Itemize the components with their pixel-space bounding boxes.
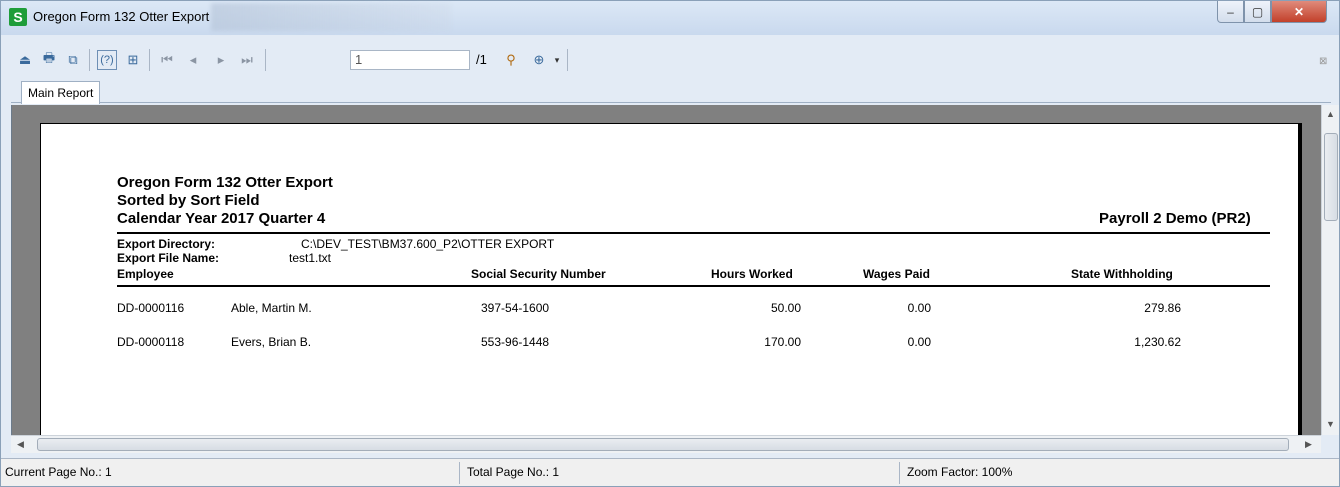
employee-ssn: 397-54-1600 bbox=[481, 301, 550, 315]
employee-hours: 170.00 bbox=[764, 335, 801, 349]
page-number-input[interactable]: 1 bbox=[350, 50, 470, 70]
column-ssn: Social Security Number bbox=[471, 267, 606, 281]
zoom-status: Zoom Factor: 100% bbox=[907, 465, 1013, 479]
last-page-icon[interactable]: ⏭ bbox=[237, 50, 257, 70]
employee-wages: 0.00 bbox=[907, 301, 931, 315]
chevron-down-icon[interactable]: ▾ bbox=[547, 50, 567, 70]
export-directory-label: Export Directory: bbox=[117, 237, 216, 251]
vertical-scroll-thumb[interactable] bbox=[1324, 133, 1338, 221]
report-title: Oregon Form 132 Otter Export bbox=[117, 174, 333, 191]
total-page-status: Total Page No.: 1 bbox=[467, 465, 560, 479]
vertical-scrollbar[interactable]: ▲ ▼ bbox=[1321, 105, 1339, 435]
horizontal-scrollbar[interactable]: ◀ ▶ bbox=[11, 435, 1321, 453]
column-wages: Wages Paid bbox=[863, 267, 930, 281]
minimize-button[interactable]: – bbox=[1217, 1, 1244, 23]
tab-main-report[interactable]: Main Report bbox=[21, 81, 101, 104]
next-page-icon[interactable]: ▸ bbox=[211, 50, 231, 70]
report-viewer: Oregon Form 132 Otter Export Sorted by S… bbox=[11, 105, 1321, 443]
employee-id: DD-0000118 bbox=[117, 335, 185, 349]
current-page-status: Current Page No.: 1 bbox=[5, 465, 112, 479]
toolbar-separator bbox=[149, 49, 150, 71]
company-name: Payroll 2 Demo (PR2) bbox=[1099, 210, 1251, 227]
employee-ssn: 553-96-1448 bbox=[481, 335, 550, 349]
header-rule bbox=[117, 232, 1270, 234]
toolbar-separator bbox=[89, 49, 90, 71]
help-icon[interactable]: (?) bbox=[97, 50, 117, 70]
employee-hours: 50.00 bbox=[770, 301, 801, 315]
employee-name: Able, Martin M. bbox=[231, 301, 312, 315]
previous-page-icon[interactable]: ◂ bbox=[183, 50, 203, 70]
blurred-background bbox=[211, 3, 451, 31]
column-employee: Employee bbox=[117, 267, 174, 281]
column-hours: Hours Worked bbox=[711, 267, 793, 281]
employee-withholding: 279.86 bbox=[1144, 301, 1181, 315]
column-withholding: State Withholding bbox=[1071, 267, 1173, 281]
toolbar-separator bbox=[567, 49, 568, 71]
window-title: Oregon Form 132 Otter Export bbox=[33, 9, 210, 24]
zoom-icon[interactable]: ⊕ bbox=[529, 50, 549, 70]
report-page: Oregon Form 132 Otter Export Sorted by S… bbox=[40, 123, 1302, 443]
group-tree-icon[interactable]: ⊞ bbox=[123, 50, 143, 70]
employee-withholding: 1,230.62 bbox=[1134, 335, 1181, 349]
maximize-button[interactable]: ▢ bbox=[1244, 1, 1271, 23]
export-file-value: test1.txt bbox=[289, 251, 332, 265]
binoculars-icon[interactable]: ⚲ bbox=[501, 50, 521, 70]
column-rule bbox=[117, 285, 1270, 287]
close-button[interactable]: ✕ bbox=[1271, 1, 1327, 23]
horizontal-scroll-thumb[interactable] bbox=[37, 438, 1289, 451]
toolbar-separator bbox=[265, 49, 266, 71]
employee-id: DD-0000116 bbox=[117, 301, 185, 315]
status-bar: Current Page No.: 1 Total Page No.: 1 Zo… bbox=[1, 458, 1339, 486]
tab-strip: Main Report bbox=[11, 81, 1331, 104]
export-file-label: Export File Name: bbox=[117, 251, 220, 265]
scroll-left-icon[interactable]: ◀ bbox=[17, 439, 24, 450]
scroll-down-icon[interactable]: ▼ bbox=[1326, 419, 1335, 429]
copy-icon[interactable]: ⧉ bbox=[63, 50, 83, 70]
app-logo-icon: S bbox=[9, 8, 27, 26]
report-window: S Oregon Form 132 Otter Export – ▢ ✕ ⏏ 🖶… bbox=[0, 0, 1340, 487]
page-total-label: /1 bbox=[476, 52, 487, 67]
close-document-icon[interactable]: ⊠ bbox=[1319, 56, 1327, 67]
employee-name: Evers, Brian B. bbox=[231, 335, 312, 349]
title-bar: S Oregon Form 132 Otter Export – ▢ ✕ bbox=[1, 1, 1339, 35]
scroll-up-icon[interactable]: ▲ bbox=[1326, 109, 1335, 119]
print-icon[interactable]: 🖶 bbox=[39, 50, 59, 70]
report-sort: Sorted by Sort Field bbox=[117, 192, 260, 209]
status-divider bbox=[899, 462, 900, 484]
report-toolbar: ⏏ 🖶 ⧉ (?) ⊞ ⏮ ◂ ▸ ⏭ 1 /1 ⚲ ⊕ ▾ bbox=[11, 46, 1336, 74]
report-period: Calendar Year 2017 Quarter 4 bbox=[117, 210, 326, 227]
export-directory-value: C:\DEV_TEST\BM37.600_P2\OTTER EXPORT bbox=[301, 237, 555, 251]
status-divider bbox=[459, 462, 460, 484]
first-page-icon[interactable]: ⏮ bbox=[157, 50, 177, 70]
employee-wages: 0.00 bbox=[907, 335, 931, 349]
scroll-right-icon[interactable]: ▶ bbox=[1305, 439, 1312, 450]
export-icon[interactable]: ⏏ bbox=[15, 50, 35, 70]
